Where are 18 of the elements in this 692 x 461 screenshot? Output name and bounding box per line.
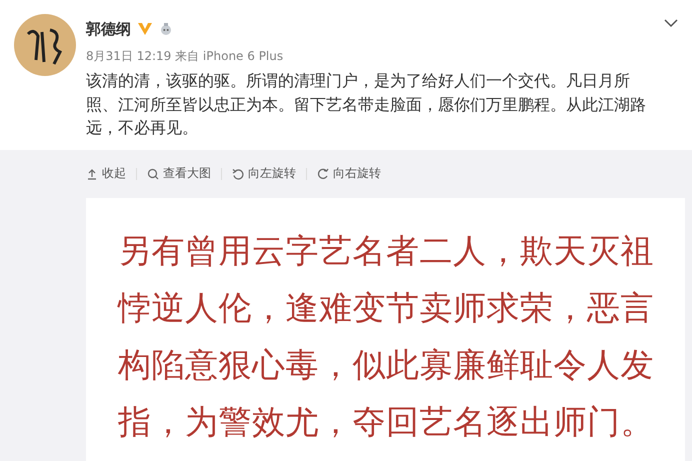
chevron-down-icon[interactable] — [664, 18, 678, 28]
search-icon — [147, 168, 159, 180]
avatar-icon[interactable] — [14, 14, 76, 76]
image-action-button[interactable]: 查看大图 — [147, 165, 211, 182]
collapse-arrow-icon — [86, 168, 98, 180]
post-meta: 8月31日 12:19 来自 iPhone 6 Plus — [86, 48, 284, 65]
image-action-button[interactable]: 向左旋转 — [232, 165, 296, 182]
image-text-line: 另有曾用云字艺名者二人，欺天灭祖 — [118, 230, 654, 272]
image-action-button[interactable]: 向右旋转 — [317, 165, 381, 182]
medal-icon[interactable] — [159, 22, 173, 36]
image-text-line: 指，为警效尤，夺回艺名逐出师门。 — [118, 400, 654, 442]
image-action-button[interactable]: 收起 — [86, 165, 126, 182]
post-text: 该清的清，该驱的驱。所谓的清理门户，是为了给好人们一个交代。凡日月所照、江河所至皆以忠正为本。留下艺名带走脸面，愿你们万里鹏程。从此江湖路远，不必再见。 — [86, 70, 647, 139]
author-name[interactable]: 郭德纲 — [86, 20, 131, 38]
image-text-line: 构陷意狠心毒，似此寡廉鲜耻令人发 — [118, 344, 654, 386]
image-text-line: 悖逆人伦，逢难变节卖师求荣，恶言 — [118, 286, 654, 328]
rotate-left-icon — [232, 168, 244, 180]
rotate-right-icon — [317, 168, 329, 180]
